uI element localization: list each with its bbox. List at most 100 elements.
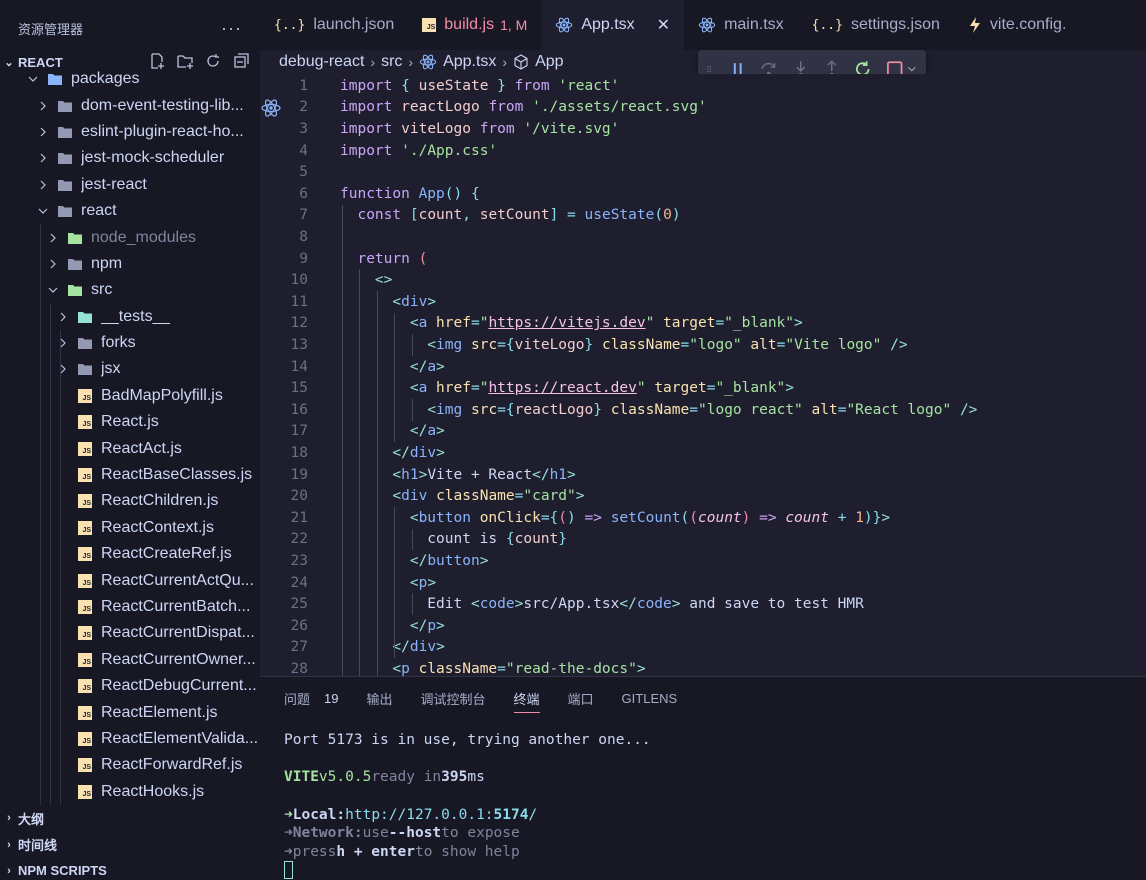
chevron-right-icon xyxy=(56,312,70,322)
panel-tab[interactable]: 输出 xyxy=(366,677,392,719)
code-line: 12 <a href="https://vitejs.dev" target="… xyxy=(260,313,1146,335)
file-item[interactable]: JS ReactChildren.js xyxy=(0,488,260,514)
breadcrumb-file[interactable]: App.tsx xyxy=(443,53,496,71)
code-line: 27 </div> xyxy=(260,637,1146,659)
panel-tab[interactable]: 问题 19 xyxy=(284,677,338,719)
folder-item[interactable]: react xyxy=(0,198,260,224)
terminal-line: VITE v5.0.5 ready in 395 ms xyxy=(284,769,485,786)
json-file-icon: {..} xyxy=(274,17,306,33)
chevron-right-icon: › xyxy=(7,838,11,851)
editor-tab[interactable]: JS build.js 1, M xyxy=(408,0,541,50)
file-item[interactable]: JS ReactBaseClasses.js xyxy=(0,462,260,488)
panel-tab[interactable]: GITLENS xyxy=(622,677,678,719)
terminal-output[interactable]: Port 5173 is in use, trying another one.… xyxy=(284,731,651,880)
tree-item-label: jsx xyxy=(101,360,121,378)
file-item[interactable]: JS React.js xyxy=(0,409,260,435)
indent-guide xyxy=(411,593,413,615)
file-item[interactable]: JS ReactCurrentActQu... xyxy=(0,567,260,593)
code-text: const [count, setCount] = useState(0) xyxy=(357,207,681,224)
code-line: 8 xyxy=(260,226,1146,248)
code-text: </a> xyxy=(409,358,445,375)
outline-section[interactable]: › 大纲 xyxy=(0,805,260,831)
folder-item[interactable]: dom-event-testing-lib... xyxy=(0,92,260,118)
folder-icon xyxy=(56,98,74,114)
react-icon xyxy=(419,53,437,71)
editor-tab[interactable]: vite.config. xyxy=(954,0,1080,50)
code-text: </a> xyxy=(409,423,445,440)
close-icon[interactable]: ✕ xyxy=(657,15,670,35)
file-item[interactable]: JS ReactCurrentBatch... xyxy=(0,594,260,620)
file-item[interactable]: JS ReactDebugCurrent... xyxy=(0,673,260,699)
line-number: 1 xyxy=(299,77,308,94)
js-file-icon: JS xyxy=(76,705,94,721)
file-item[interactable]: JS ReactHooks.js xyxy=(0,779,260,805)
file-item[interactable]: JS ReactAct.js xyxy=(0,435,260,461)
terminal-line: ➜ Network: use --host to expose xyxy=(284,825,520,842)
folder-item[interactable]: src xyxy=(0,277,260,303)
folder-item[interactable]: forks xyxy=(0,330,260,356)
timeline-section[interactable]: › 时间线 xyxy=(0,831,260,857)
chevron-right-icon xyxy=(36,101,50,111)
indent-guide xyxy=(40,224,41,806)
panel-tab[interactable]: 终端 xyxy=(513,677,540,719)
code-editor[interactable]: 1 import { useState } from 'react' 2 import… xyxy=(260,74,1146,676)
folder-icon xyxy=(76,335,94,351)
folder-item[interactable]: jest-mock-scheduler xyxy=(0,145,260,171)
more-actions-button[interactable]: ··· xyxy=(221,18,242,39)
folder-item[interactable]: jsx xyxy=(0,356,260,382)
line-number: 12 xyxy=(290,315,308,332)
js-file-icon: JS xyxy=(76,625,94,641)
chevron-down-icon xyxy=(26,74,40,84)
line-number: 7 xyxy=(299,207,308,224)
folder-item[interactable]: eslint-plugin-react-ho... xyxy=(0,119,260,145)
explorer-title: 资源管理器 xyxy=(18,21,84,37)
folder-item[interactable]: jest-react xyxy=(0,172,260,198)
file-item[interactable]: JS BadMapPolyfill.js xyxy=(0,383,260,409)
tree-item-label: ReactElementValida... xyxy=(101,729,259,747)
code-text: <> xyxy=(374,272,393,289)
chevron-right-icon xyxy=(36,127,50,137)
folder-item[interactable]: packages xyxy=(0,66,260,92)
code-line: 13 <img src={viteLogo} className="logo" … xyxy=(260,334,1146,356)
file-item[interactable]: JS ReactCurrentDispat... xyxy=(0,620,260,646)
problems-count-badge: 19 xyxy=(324,690,339,706)
editor-tab[interactable]: {..} settings.json xyxy=(798,0,954,50)
folder-item[interactable]: __tests__ xyxy=(0,304,260,330)
code-text: import './App.css' xyxy=(340,142,498,159)
folder-item[interactable]: npm xyxy=(0,251,260,277)
code-text: </div> xyxy=(392,639,445,656)
terminal-cursor xyxy=(284,861,293,880)
js-file-icon: JS xyxy=(76,757,94,773)
line-number: 23 xyxy=(290,552,308,569)
file-item[interactable]: JS ReactElementValida... xyxy=(0,726,260,752)
panel-tab[interactable]: 调试控制台 xyxy=(421,677,486,719)
indent-guide xyxy=(394,312,396,443)
file-item[interactable]: JS ReactCreateRef.js xyxy=(0,541,260,567)
file-item[interactable]: JS ReactContext.js xyxy=(0,515,260,541)
line-number: 22 xyxy=(290,531,308,548)
code-text: import { useState } from 'react' xyxy=(340,77,620,94)
line-number: 10 xyxy=(290,272,308,289)
breadcrumb-src[interactable]: src xyxy=(381,53,402,71)
editor-tab[interactable]: App.tsx ✕ xyxy=(541,0,685,50)
npm-scripts-section[interactable]: › NPM SCRIPTS xyxy=(0,858,260,880)
folder-item[interactable]: node_modules xyxy=(0,224,260,250)
code-text: </div> xyxy=(392,444,445,461)
react-icon[interactable] xyxy=(260,98,282,122)
line-number: 14 xyxy=(290,358,308,375)
tree-item-label: jest-react xyxy=(81,175,147,193)
file-item[interactable]: JS ReactCurrentOwner... xyxy=(0,647,260,673)
code-text: <a href="https://vitejs.dev" target="_bl… xyxy=(409,315,803,332)
code-line: 9 return ( xyxy=(260,248,1146,270)
folder-icon xyxy=(56,177,74,193)
editor-tab[interactable]: {..} launch.json xyxy=(260,0,408,50)
editor-tab[interactable]: main.tsx xyxy=(684,0,798,50)
panel-tab[interactable]: 端口 xyxy=(568,677,594,719)
file-item[interactable]: JS ReactForwardRef.js xyxy=(0,752,260,778)
breadcrumb-folder[interactable]: debug-react xyxy=(279,53,364,71)
file-item[interactable]: JS ReactElement.js xyxy=(0,699,260,725)
breadcrumb-symbol[interactable]: App xyxy=(535,53,563,71)
code-line: 15 <a href="https://react.dev" target="_… xyxy=(260,377,1146,399)
chevron-right-icon: › xyxy=(408,54,414,70)
line-number: 18 xyxy=(290,444,308,461)
